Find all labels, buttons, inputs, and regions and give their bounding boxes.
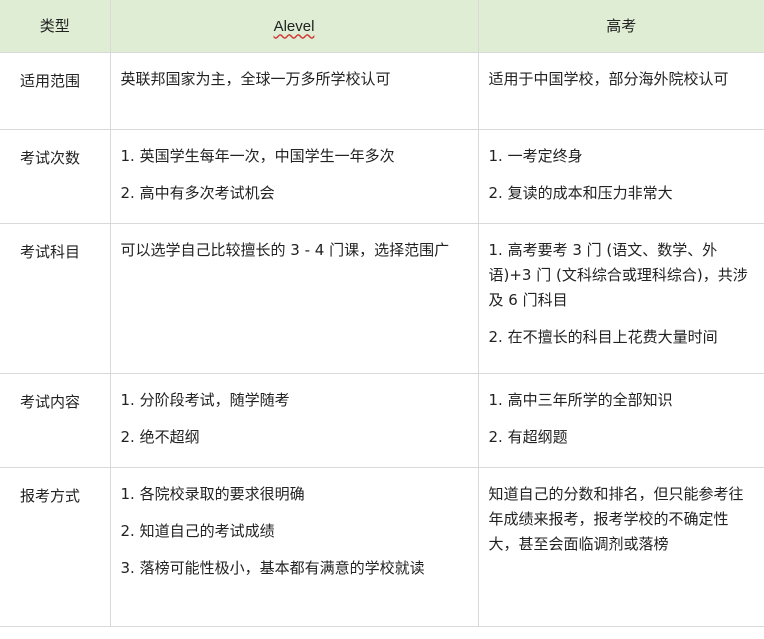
header-gaokao: 高考 xyxy=(477,0,764,53)
row-type-label: 考试科目 xyxy=(20,243,81,261)
cell-line: 1. 英国学生每年一次，中国学生一年多次 xyxy=(120,147,395,165)
row-type-cell: 考试科目 xyxy=(0,223,111,374)
cell-line: 可以选学自己比较擅长的 3 - 4 门课，选择范围广 xyxy=(120,241,450,259)
gaokao-cell: 适用于中国学校，部分海外院校认可 xyxy=(477,52,764,130)
cell-line: 3. 落榜可能性极小，基本都有满意的学校就读 xyxy=(120,559,425,577)
table-row: 考试内容 1. 分阶段考试，随学随考 2. 绝不超纲 1. 高中三年所学的全部知… xyxy=(0,373,764,468)
alevel-cell: 1. 英国学生每年一次，中国学生一年多次 2. 高中有多次考试机会 xyxy=(109,129,479,224)
row-type-label: 适用范围 xyxy=(20,72,81,90)
alevel-cell: 英联邦国家为主，全球一万多所学校认可 xyxy=(109,52,479,130)
gaokao-cell: 1. 高中三年所学的全部知识 2. 有超纲题 xyxy=(477,373,764,468)
header-alevel: Alevel xyxy=(109,0,479,53)
cell-line: 2. 绝不超纲 xyxy=(120,428,200,446)
header-type: 类型 xyxy=(0,0,111,53)
cell-line: 1. 分阶段考试，随学随考 xyxy=(120,391,290,409)
table-row: 考试次数 1. 英国学生每年一次，中国学生一年多次 2. 高中有多次考试机会 1… xyxy=(0,129,764,224)
cell-line: 2. 知道自己的考试成绩 xyxy=(120,522,275,540)
cell-line: 1. 一考定终身 xyxy=(488,147,583,165)
gaokao-cell: 1. 高考要考 3 门 (语文、数学、外语)+3 门 (文科综合或理科综合)，共… xyxy=(477,223,764,374)
cell-line: 1. 高中三年所学的全部知识 xyxy=(488,391,673,409)
row-type-label: 考试内容 xyxy=(20,393,81,411)
header-row: 类型 Alevel 高考 xyxy=(0,0,764,53)
cell-line: 英联邦国家为主，全球一万多所学校认可 xyxy=(120,70,391,88)
alevel-cell: 可以选学自己比较擅长的 3 - 4 门课，选择范围广 xyxy=(109,223,479,374)
row-type-cell: 报考方式 xyxy=(0,467,111,627)
header-type-label: 类型 xyxy=(39,16,70,35)
row-type-cell: 考试次数 xyxy=(0,129,111,224)
comparison-table: 类型 Alevel 高考 适用范围 英联邦国家为主，全球一万多所学校认可 适用于… xyxy=(0,0,764,627)
cell-line: 2. 高中有多次考试机会 xyxy=(120,184,275,202)
row-type-cell: 考试内容 xyxy=(0,373,111,468)
cell-line: 适用于中国学校，部分海外院校认可 xyxy=(488,70,729,88)
table-row: 报考方式 1. 各院校录取的要求很明确 2. 知道自己的考试成绩 3. 落榜可能… xyxy=(0,467,764,627)
cell-line: 1. 各院校录取的要求很明确 xyxy=(120,485,305,503)
table-row: 考试科目 可以选学自己比较擅长的 3 - 4 门课，选择范围广 1. 高考要考 … xyxy=(0,223,764,374)
cell-line: 2. 在不擅长的科目上花费大量时间 xyxy=(488,328,718,346)
header-gaokao-label: 高考 xyxy=(606,16,637,35)
row-type-label: 报考方式 xyxy=(20,487,81,505)
alevel-cell: 1. 各院校录取的要求很明确 2. 知道自己的考试成绩 3. 落榜可能性极小，基… xyxy=(109,467,479,627)
table-row: 适用范围 英联邦国家为主，全球一万多所学校认可 适用于中国学校，部分海外院校认可 xyxy=(0,52,764,130)
cell-line: 2. 复读的成本和压力非常大 xyxy=(488,184,673,202)
cell-line: 2. 有超纲题 xyxy=(488,428,568,446)
row-type-label: 考试次数 xyxy=(20,149,81,167)
alevel-cell: 1. 分阶段考试，随学随考 2. 绝不超纲 xyxy=(109,373,479,468)
row-type-cell: 适用范围 xyxy=(0,52,111,130)
gaokao-cell: 知道自己的分数和排名，但只能参考往年成绩来报考，报考学校的不确定性大，甚至会面临… xyxy=(477,467,764,627)
cell-line: 1. 高考要考 3 门 (语文、数学、外语)+3 门 (文科综合或理科综合)，共… xyxy=(488,241,748,309)
gaokao-cell: 1. 一考定终身 2. 复读的成本和压力非常大 xyxy=(477,129,764,224)
cell-line: 知道自己的分数和排名，但只能参考往年成绩来报考，报考学校的不确定性大，甚至会面临… xyxy=(488,485,744,553)
header-alevel-label: Alevel xyxy=(273,17,315,35)
